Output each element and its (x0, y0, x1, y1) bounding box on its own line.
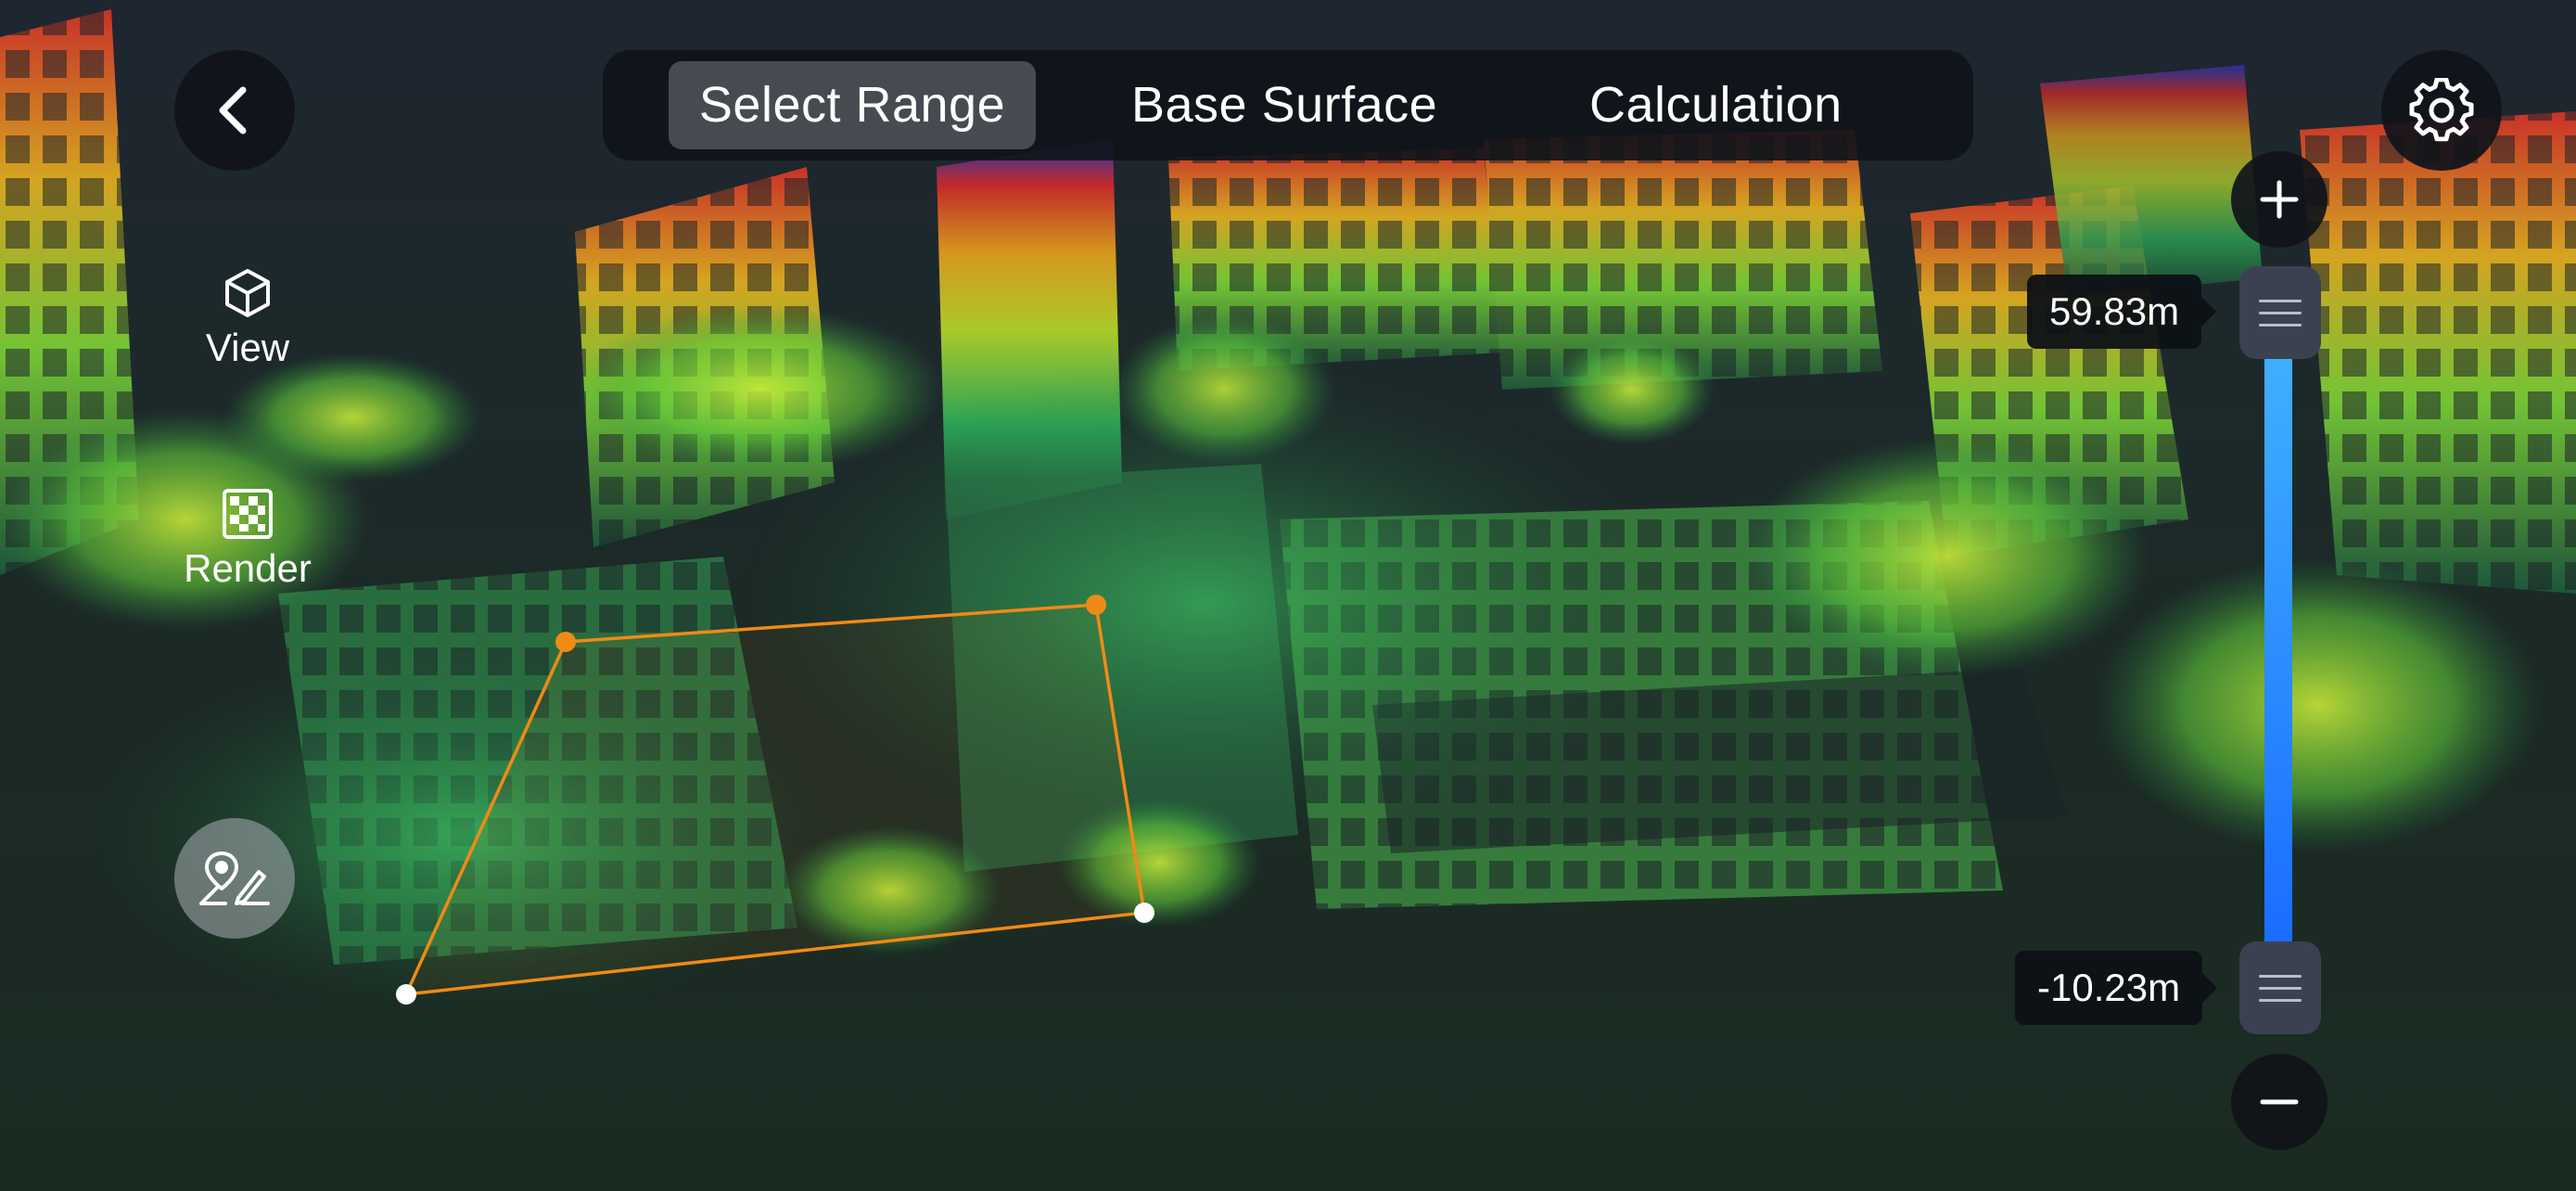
zoom-in-button[interactable] (2231, 151, 2327, 248)
handle-grip (2259, 974, 2302, 978)
range-vertex[interactable] (396, 984, 416, 1005)
handle-grip (2259, 311, 2302, 314)
tab-select-range[interactable]: Select Range (669, 61, 1036, 149)
plus-icon (2260, 180, 2299, 219)
view-label: View (205, 326, 290, 369)
tab-base-surface[interactable]: Base Surface (1131, 61, 1437, 149)
cube-icon (225, 269, 270, 317)
checker-render-icon (223, 489, 273, 539)
bottom-height-value: -10.23m (2015, 951, 2218, 1025)
top-height-value: 59.83m (2027, 275, 2217, 349)
range-vertex[interactable] (1086, 595, 1106, 615)
top-height-handle[interactable] (2239, 266, 2321, 359)
map-pin-pencil-icon (199, 852, 270, 905)
view-button[interactable]: View (146, 267, 350, 370)
bottom-height-handle[interactable] (2239, 941, 2321, 1034)
zoom-out-button[interactable] (2231, 1054, 2327, 1150)
handle-grip (2259, 998, 2302, 1002)
tab-calculation[interactable]: Calculation (1589, 61, 1923, 149)
range-vertex[interactable] (555, 632, 576, 652)
gear-icon (2409, 78, 2474, 142)
mode-tab-bar: Select Range Base Surface Calculation (603, 50, 1973, 160)
height-range-track[interactable] (2264, 352, 2292, 946)
render-label: Render (184, 546, 312, 590)
range-vertex[interactable] (1134, 903, 1154, 923)
minus-icon (2260, 1099, 2299, 1105)
handle-grip (2259, 986, 2302, 990)
handle-grip (2259, 299, 2302, 302)
draw-range-button[interactable] (174, 818, 295, 939)
handle-grip (2259, 323, 2302, 327)
settings-button[interactable] (2381, 50, 2502, 171)
chevron-left-icon (219, 86, 247, 134)
back-button[interactable] (174, 50, 295, 171)
render-button[interactable]: Render (146, 488, 350, 591)
